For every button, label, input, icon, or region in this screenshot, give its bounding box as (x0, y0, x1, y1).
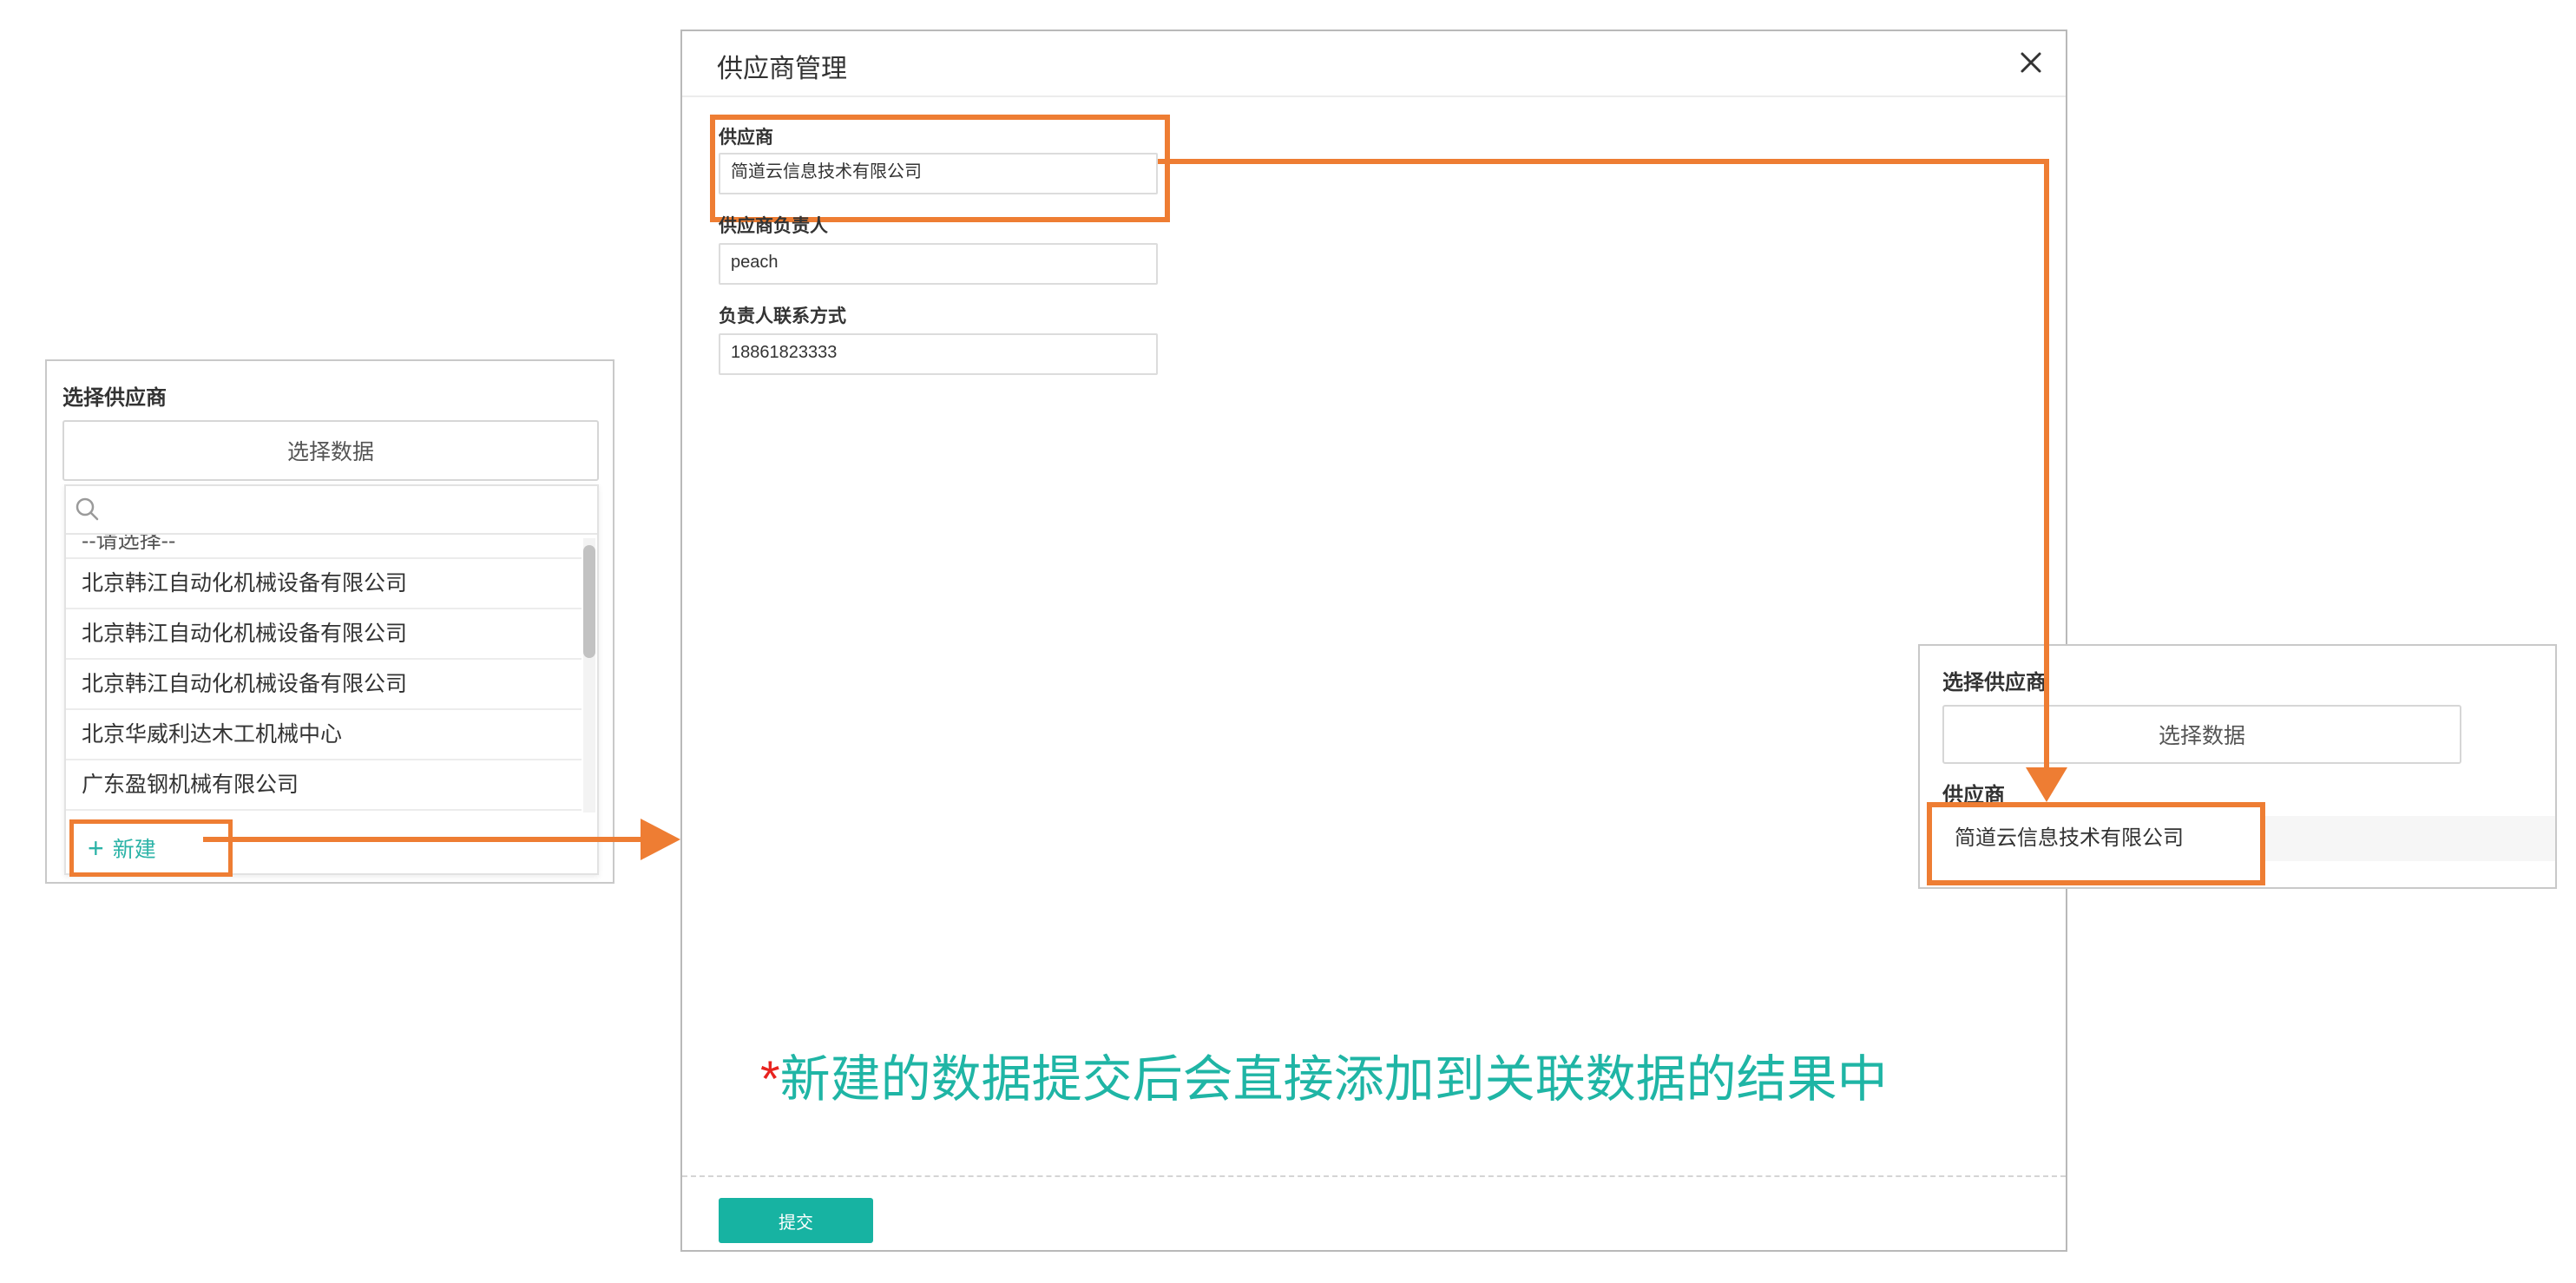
arrow-field-to-result (1158, 159, 2067, 802)
arrow-new-to-modal (203, 819, 680, 860)
annotation-arrows (203, 159, 2067, 860)
